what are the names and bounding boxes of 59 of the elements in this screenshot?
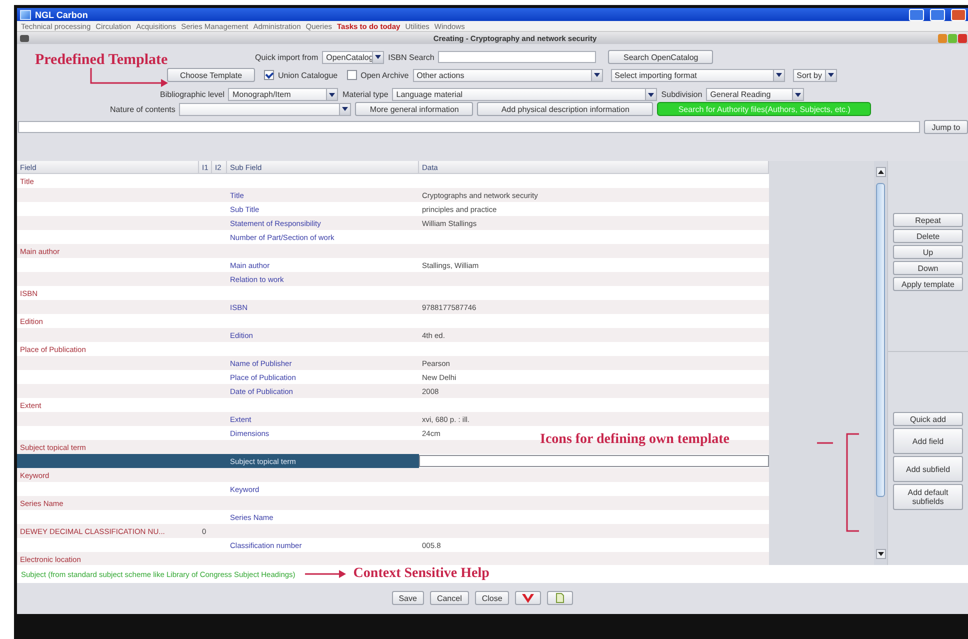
caret-icon[interactable] bbox=[792, 89, 804, 100]
checkbox[interactable] bbox=[264, 70, 274, 80]
isbn-search-field[interactable] bbox=[438, 51, 596, 63]
document-icon bbox=[556, 593, 564, 603]
isbn-label: ISBN Search bbox=[388, 52, 434, 62]
validate-button[interactable] bbox=[515, 591, 542, 605]
frame-icon bbox=[20, 34, 29, 42]
side-button[interactable]: Repeat bbox=[893, 213, 963, 227]
side-button[interactable]: Down bbox=[893, 261, 963, 275]
caret-icon[interactable] bbox=[590, 70, 602, 80]
annotation-label: Predefined Template bbox=[35, 52, 168, 69]
physical-description-button[interactable]: Add physical description information bbox=[477, 102, 654, 116]
subdivision-dropdown[interactable]: General Reading bbox=[706, 88, 804, 101]
choose-template-button[interactable]: Choose Template bbox=[167, 68, 255, 82]
footer-button[interactable]: Save bbox=[392, 591, 424, 605]
caret-icon[interactable] bbox=[645, 89, 656, 100]
checkbox[interactable] bbox=[346, 70, 357, 80]
caret-icon[interactable] bbox=[372, 52, 384, 62]
footer-button[interactable]: Close bbox=[474, 591, 510, 605]
quick-import-label: Quick import from bbox=[255, 52, 318, 62]
document-button[interactable] bbox=[547, 591, 574, 605]
caret-icon[interactable] bbox=[824, 70, 836, 80]
bibliographic-level-label: Bibliographic level bbox=[160, 90, 224, 99]
side-button[interactable]: Delete bbox=[893, 229, 963, 243]
jump-field[interactable] bbox=[18, 121, 920, 133]
format-dropdown[interactable]: Select importing format bbox=[610, 68, 785, 82]
subdivision-label: Subdivision bbox=[661, 90, 702, 99]
app-icon bbox=[20, 10, 31, 20]
bibliographic-level-dropdown[interactable]: Monograph/Item bbox=[228, 88, 338, 101]
window-title: NGL Carbon bbox=[35, 10, 88, 20]
minimize-button[interactable] bbox=[909, 8, 924, 20]
side-button[interactable]: Apply template bbox=[893, 277, 963, 291]
jump-button[interactable]: Jump to bbox=[924, 120, 968, 134]
close-button[interactable] bbox=[951, 8, 966, 20]
checkbox-label: Union Catalogue bbox=[278, 70, 338, 80]
checkbox-label: Open Archive bbox=[360, 70, 409, 80]
footer-button[interactable]: Cancel bbox=[430, 591, 469, 605]
template-button[interactable]: Add subfield bbox=[893, 456, 963, 482]
annotation-arrow bbox=[305, 569, 348, 579]
data-input-field[interactable] bbox=[419, 455, 769, 467]
actions-dropdown[interactable]: Other actions bbox=[412, 68, 603, 82]
template-button[interactable]: Quick add bbox=[893, 412, 963, 426]
more-info-button[interactable]: More general information bbox=[355, 102, 474, 116]
maximize-button[interactable] bbox=[930, 8, 945, 20]
check-icon bbox=[521, 592, 536, 604]
caret-icon[interactable] bbox=[326, 89, 338, 100]
scrollbar[interactable] bbox=[874, 161, 887, 565]
sort-dropdown[interactable]: Sort by bbox=[792, 68, 837, 82]
annotation-label: Context Sensitive Help bbox=[353, 566, 490, 582]
side-button[interactable]: Up bbox=[893, 245, 963, 259]
caret-icon[interactable] bbox=[339, 104, 350, 114]
template-button[interactable]: Add default subfields bbox=[893, 484, 963, 510]
material-type-dropdown[interactable]: Language material bbox=[392, 88, 658, 101]
close-button[interactable] bbox=[958, 34, 967, 42]
material-type-label: Material type bbox=[342, 90, 388, 99]
template-button[interactable]: Add field bbox=[893, 428, 963, 454]
caret-icon[interactable] bbox=[772, 70, 784, 80]
nature-of-contents-label: Nature of contents bbox=[110, 104, 176, 114]
search-button[interactable]: Search OpenCatalog bbox=[608, 50, 714, 64]
